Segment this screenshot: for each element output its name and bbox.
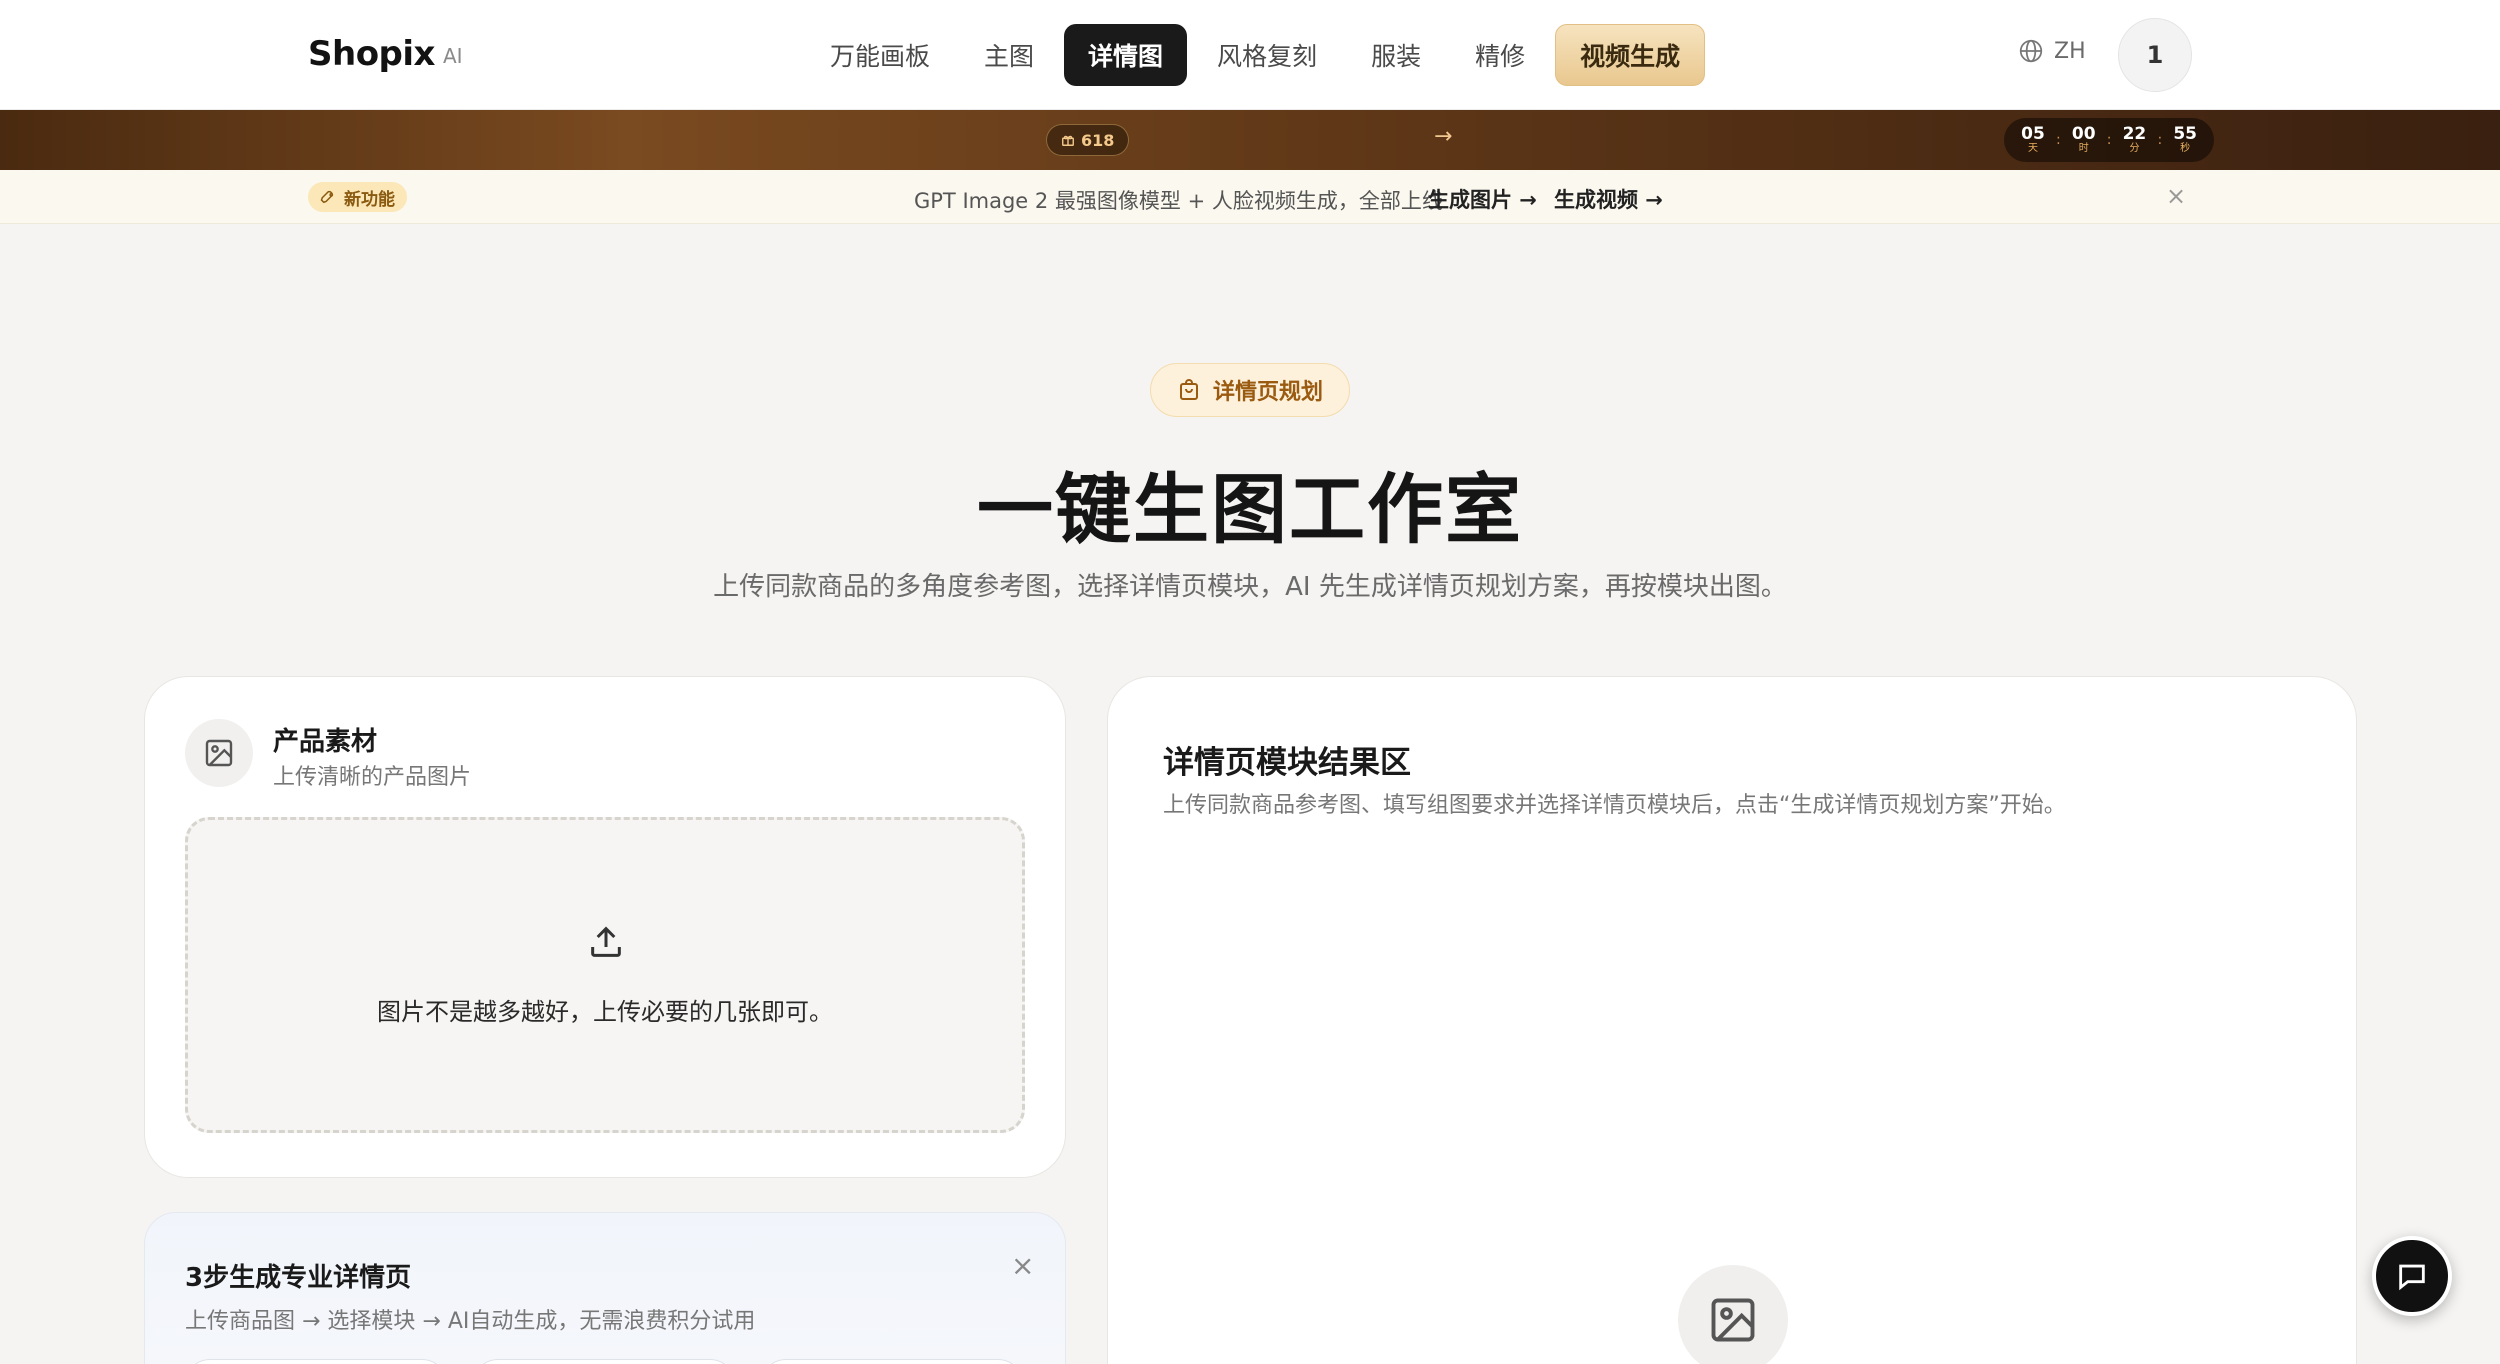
arrow-right-icon[interactable]: → <box>1434 124 1452 149</box>
promo-banner[interactable]: 618 → 05 天 : 00 时 : 22 分 : 55 秒 <box>0 110 2500 170</box>
globe-icon <box>2019 39 2043 63</box>
dropzone-hint: 图片不是越多越好，上传必要的几张即可。 <box>377 998 833 1026</box>
detail-planning-tag: 详情页规划 <box>1150 363 1351 417</box>
nav-item-main-image[interactable]: 主图 <box>960 24 1058 86</box>
rocket-icon <box>320 190 334 204</box>
promo-badge: 618 <box>1046 124 1130 156</box>
steps-subtitle: 上传商品图 → 选择模块 → AI自动生成，无需浪费积分试用 <box>185 1309 756 1334</box>
countdown-unit: 分 <box>2129 143 2140 154</box>
countdown-days: 05 天 <box>2014 125 2052 155</box>
countdown-seconds: 55 秒 <box>2166 125 2204 155</box>
language-switcher[interactable]: ZH <box>2018 38 2086 64</box>
product-assets-subtitle: 上传清晰的产品图片 <box>273 765 472 790</box>
countdown-unit: 天 <box>2028 143 2038 154</box>
countdown-separator: : <box>2056 132 2061 148</box>
new-feature-label: 新功能 <box>344 189 395 210</box>
shopping-bag-icon <box>1180 379 1198 400</box>
new-feature-badge: 新功能 <box>308 182 407 212</box>
countdown-hours: 00 时 <box>2065 125 2103 155</box>
chat-icon <box>2399 1264 2425 1291</box>
nav-item-video-generation[interactable]: 视频生成 <box>1555 24 1706 86</box>
close-icon[interactable]: × <box>1011 1249 1034 1282</box>
announcement-bar: 新功能 GPT Image 2 最强图像模型 + 人脸视频生成，全部上线 生成图… <box>0 170 2500 224</box>
countdown-separator: : <box>2157 132 2163 148</box>
top-nav-bar: Shopix AI 万能画板 主图 详情图 风格复刻 服装 精修 视频生成 ZH… <box>0 0 2500 110</box>
image-upload-dropzone[interactable]: 图片不是越多越好，上传必要的几张即可。 <box>185 817 1025 1133</box>
results-title: 详情页模块结果区 <box>1163 745 1411 781</box>
step-pill[interactable] <box>185 1359 447 1364</box>
countdown-unit: 时 <box>2078 143 2089 154</box>
countdown-value: 00 <box>2071 124 2096 144</box>
step-pill[interactable] <box>473 1359 735 1364</box>
image-icon <box>205 739 233 767</box>
empty-state-icon-wrapper <box>1678 1265 1788 1364</box>
announcement-text: GPT Image 2 最强图像模型 + 人脸视频生成，全部上线 <box>914 189 1443 213</box>
nav-item-apparel[interactable]: 服装 <box>1347 24 1445 86</box>
countdown-timer: 05 天 : 00 时 : 22 分 : 55 秒 <box>2004 118 2215 162</box>
logo[interactable]: Shopix <box>308 34 435 74</box>
page-title: 一键生图工作室 <box>977 465 1523 554</box>
language-label: ZH <box>2054 38 2086 64</box>
page-subtitle: 上传同款商品的多角度参考图，选择详情页模块，AI 先生成详情页规划方案，再按模块… <box>713 572 1787 602</box>
gift-icon <box>1062 135 1074 146</box>
nav-item-canvas[interactable]: 万能画板 <box>806 24 954 86</box>
step-pill[interactable] <box>761 1359 1023 1364</box>
countdown-value: 55 <box>2173 124 2197 144</box>
steps-title: 3步生成专业详情页 <box>185 1263 412 1293</box>
logo-suffix: AI <box>443 44 463 68</box>
promo-badge-text: 618 <box>1081 130 1115 150</box>
three-steps-card: 3步生成专业详情页 上传商品图 → 选择模块 → AI自动生成，无需浪费积分试用… <box>144 1212 1066 1364</box>
image-icon <box>1711 1298 1755 1342</box>
nav-item-detail-image[interactable]: 详情图 <box>1064 24 1188 86</box>
countdown-minutes: 22 分 <box>2115 125 2153 155</box>
countdown-separator: : <box>2106 132 2112 148</box>
close-icon[interactable]: × <box>2166 182 2186 210</box>
image-icon-wrapper <box>185 719 253 787</box>
nav-item-retouch[interactable]: 精修 <box>1451 24 1549 86</box>
countdown-value: 22 <box>2122 124 2147 144</box>
generate-image-link[interactable]: 生成图片 → <box>1428 184 1537 214</box>
upload-icon <box>591 926 621 957</box>
main-nav: 万能画板 主图 详情图 风格复刻 服装 精修 视频生成 <box>806 23 1706 87</box>
user-avatar[interactable]: 1 <box>2118 18 2192 92</box>
results-subtitle: 上传同款商品参考图、填写组图要求并选择详情页模块后，点击“生成详情页规划方案”开… <box>1163 793 2066 818</box>
nav-item-style-replica[interactable]: 风格复刻 <box>1193 24 1341 86</box>
generate-video-link[interactable]: 生成视频 → <box>1554 184 1663 214</box>
chat-support-button[interactable] <box>2372 1236 2452 1316</box>
countdown-value: 05 <box>2021 124 2045 144</box>
product-assets-title: 产品素材 <box>273 727 378 757</box>
detail-planning-tag-label: 详情页规划 <box>1213 380 1324 405</box>
detail-module-results-card: 详情页模块结果区 上传同款商品参考图、填写组图要求并选择详情页模块后，点击“生成… <box>1107 676 2357 1364</box>
product-assets-card: 产品素材 上传清晰的产品图片 图片不是越多越好，上传必要的几张即可。 <box>144 676 1066 1178</box>
countdown-unit: 秒 <box>2180 143 2191 154</box>
